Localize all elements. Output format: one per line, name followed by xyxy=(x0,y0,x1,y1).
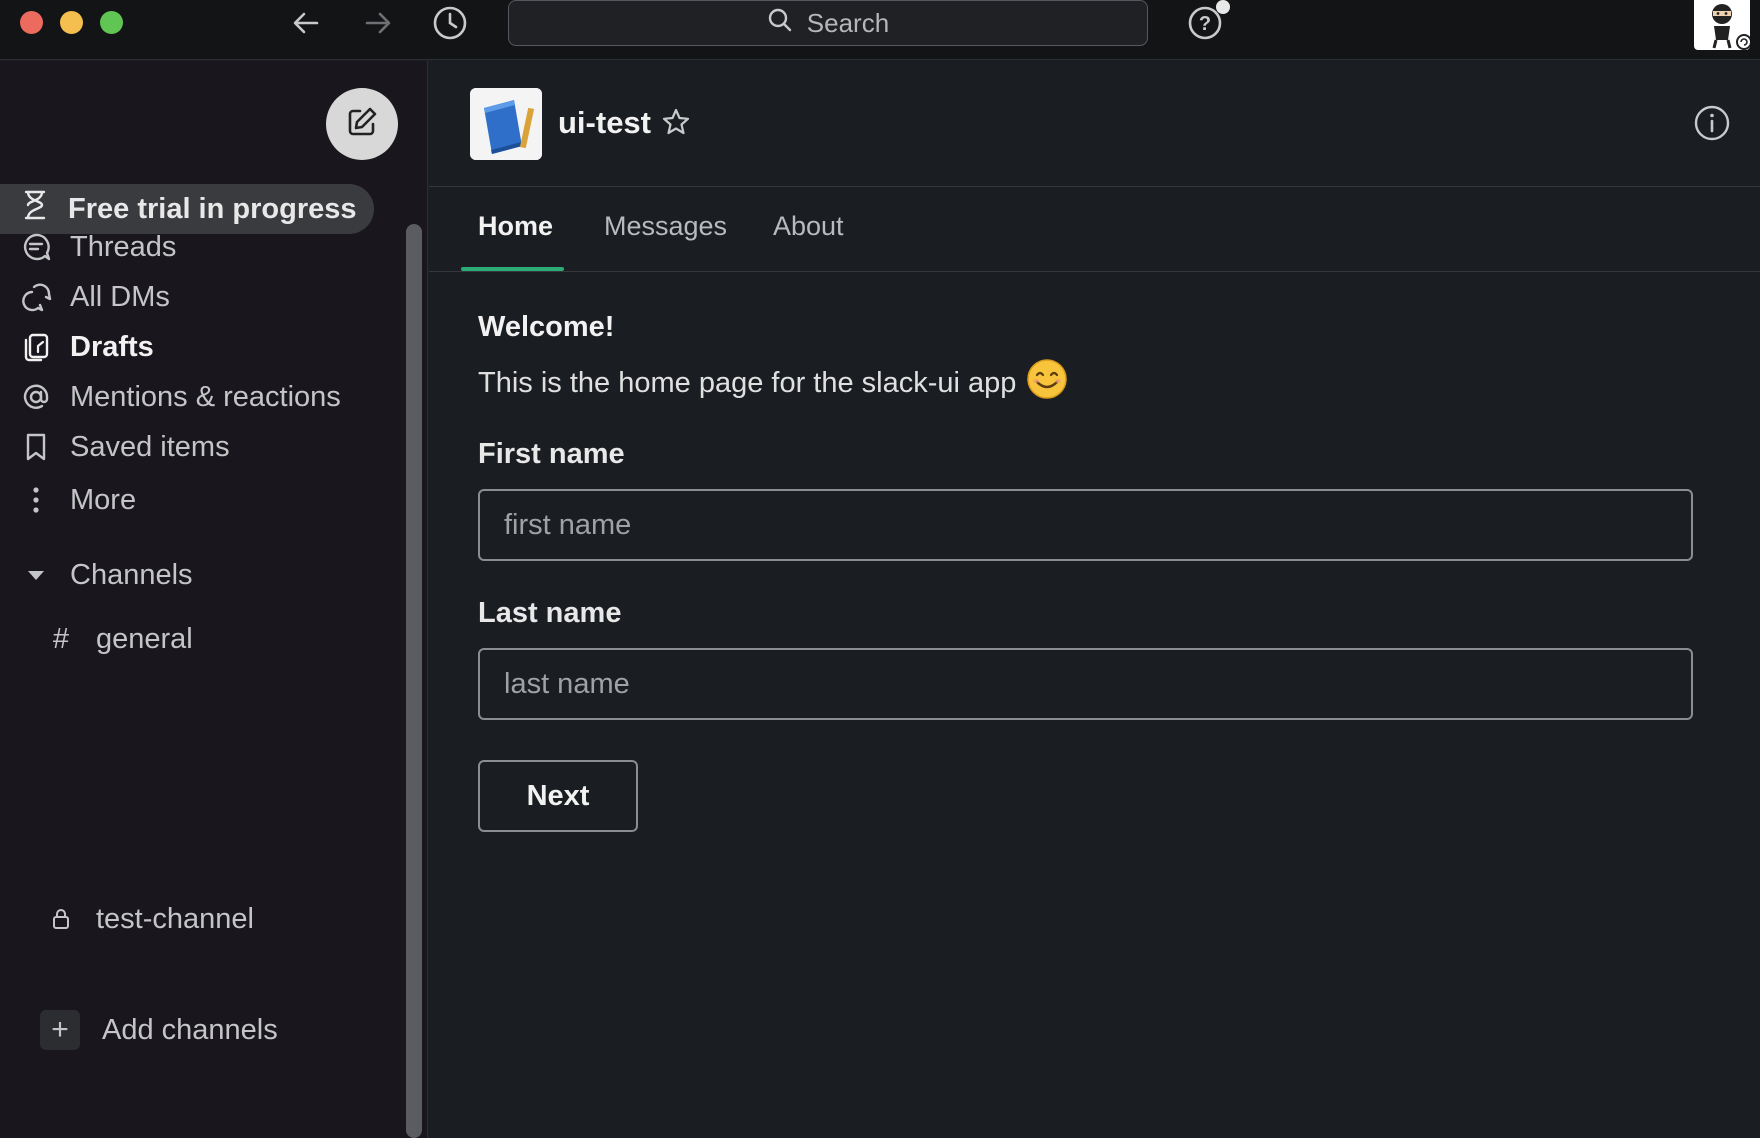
smile-emoji-icon xyxy=(1026,358,1068,408)
form-actions: Next xyxy=(478,760,1693,832)
sidebar: Free trial in progress Threads All DMs D… xyxy=(0,61,428,1138)
first-name-label: First name xyxy=(478,438,625,470)
window-close-button[interactable] xyxy=(20,11,43,34)
arrow-left-icon[interactable] xyxy=(287,4,325,42)
dms-icon xyxy=(20,281,52,313)
sidebar-item-label: Drafts xyxy=(70,330,154,363)
plus-icon: + xyxy=(40,1010,80,1050)
threads-icon xyxy=(20,231,52,263)
next-button[interactable]: Next xyxy=(478,760,638,832)
active-tab-indicator xyxy=(461,267,564,271)
info-icon[interactable] xyxy=(1693,104,1731,147)
home-content: Welcome! This is the home page for the s… xyxy=(478,311,1693,832)
compose-icon xyxy=(345,105,379,144)
sidebar-item-threads[interactable]: Threads xyxy=(0,222,400,272)
sidebar-item-channel-general[interactable]: # general xyxy=(0,614,400,664)
svg-text:?: ? xyxy=(1199,13,1211,35)
first-name-field[interactable] xyxy=(478,489,1693,561)
app-header: ui-test xyxy=(429,61,1760,187)
sidebar-item-label: Mentions & reactions xyxy=(70,380,341,413)
sidebar-item-label: More xyxy=(70,483,137,516)
avatar[interactable] xyxy=(1694,0,1750,50)
channels-heading: Channels xyxy=(70,558,193,591)
app-tabs: Home Messages About xyxy=(429,187,1760,272)
notification-dot xyxy=(1216,0,1230,14)
tab-home[interactable]: Home xyxy=(478,211,553,242)
arrow-right-icon[interactable] xyxy=(359,4,397,42)
window-zoom-button[interactable] xyxy=(100,11,123,34)
lock-icon xyxy=(48,908,74,930)
star-icon[interactable] xyxy=(661,107,691,142)
channel-label: test-channel xyxy=(96,902,254,935)
main-pane: ui-test Home Messages About Welcome! Thi… xyxy=(429,61,1760,1138)
at-icon xyxy=(20,381,52,413)
sidebar-scrollbar[interactable] xyxy=(406,224,422,1138)
sidebar-item-drafts[interactable]: Drafts xyxy=(0,322,400,372)
window-minimize-button[interactable] xyxy=(60,11,83,34)
last-name-label: Last name xyxy=(478,597,622,629)
tab-messages[interactable]: Messages xyxy=(604,211,727,242)
sidebar-item-more[interactable]: More xyxy=(0,475,400,525)
tab-about[interactable]: About xyxy=(773,211,844,242)
last-name-field[interactable] xyxy=(478,648,1693,720)
sidebar-item-all-dms[interactable]: All DMs xyxy=(0,272,400,322)
compose-button[interactable] xyxy=(326,88,398,160)
clock-icon[interactable] xyxy=(431,4,469,42)
welcome-body: This is the home page for the slack-ui a… xyxy=(478,366,1017,399)
sidebar-item-saved[interactable]: Saved items xyxy=(0,422,400,472)
search-input[interactable]: Search xyxy=(508,0,1148,46)
drafts-icon xyxy=(20,331,52,363)
welcome-text: This is the home page for the slack-ui a… xyxy=(478,358,1693,408)
add-channels-label: Add channels xyxy=(102,1013,278,1046)
search-icon xyxy=(767,7,793,40)
channels-section-toggle[interactable]: Channels xyxy=(0,550,400,600)
sidebar-item-label: All DMs xyxy=(70,280,170,313)
sidebar-item-mentions[interactable]: Mentions & reactions xyxy=(0,372,400,422)
sidebar-item-label: Saved items xyxy=(70,430,230,463)
bookmark-icon xyxy=(20,431,52,463)
more-vertical-icon xyxy=(20,484,52,516)
sidebar-item-label: Threads xyxy=(70,230,177,263)
sidebar-item-channel-test-channel[interactable]: test-channel xyxy=(0,894,400,944)
channel-label: general xyxy=(96,622,193,655)
title-bar: Search ? xyxy=(0,0,1760,60)
add-channels-button[interactable]: + Add channels xyxy=(0,1005,400,1055)
welcome-title: Welcome! xyxy=(478,311,615,343)
app-title[interactable]: ui-test xyxy=(558,105,651,141)
caret-down-icon xyxy=(20,559,52,591)
app-logo xyxy=(470,88,542,160)
search-placeholder: Search xyxy=(806,7,890,38)
free-trial-label: Free trial in progress xyxy=(68,192,357,225)
hash-icon: # xyxy=(52,622,70,655)
